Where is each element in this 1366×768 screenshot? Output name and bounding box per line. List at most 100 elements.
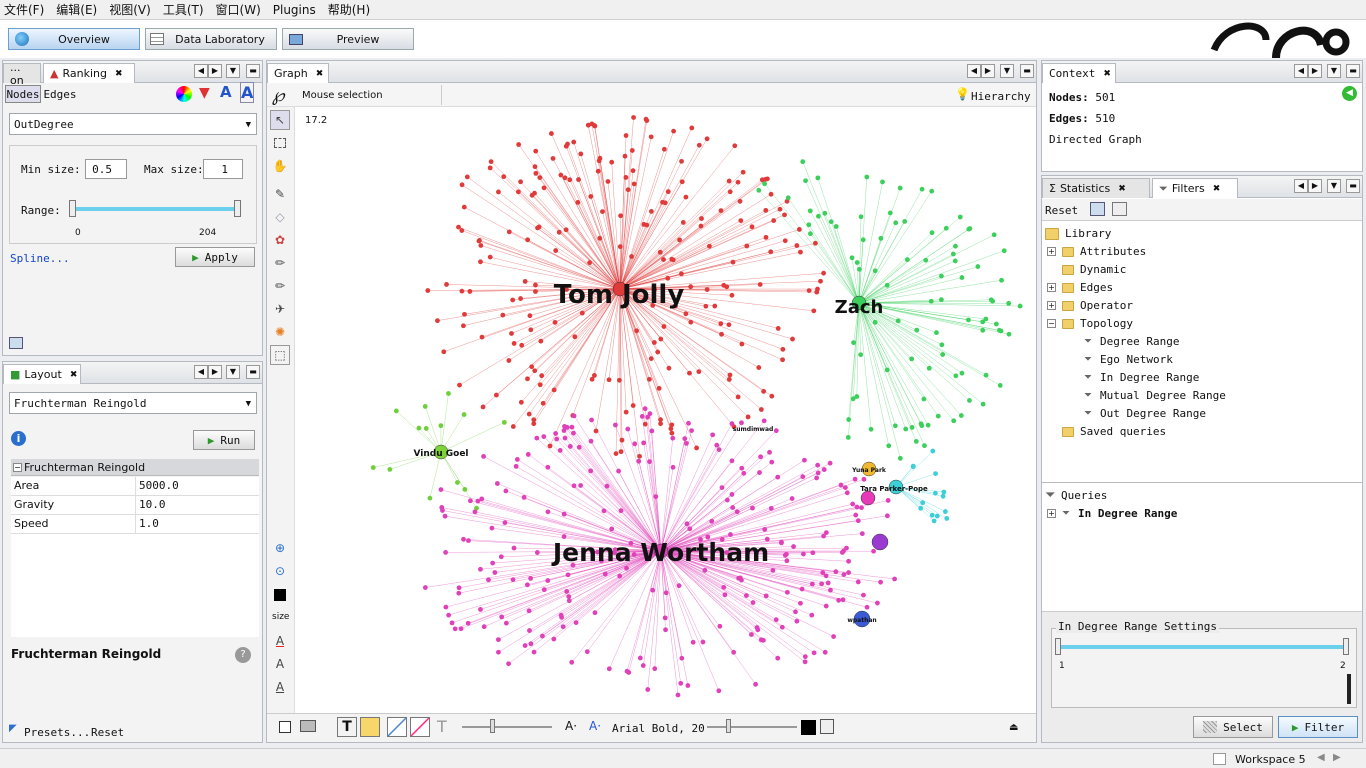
pencil-icon[interactable]: ✏ [270, 253, 290, 273]
run-button[interactable]: ▶ Run [193, 430, 255, 450]
close-icon[interactable]: ✖ [1213, 184, 1221, 194]
range-slider[interactable] [73, 207, 239, 211]
next-tab-icon[interactable]: ▶ [1308, 64, 1322, 78]
prev-tab-icon[interactable]: ◀ [1294, 179, 1308, 193]
label-size-handle[interactable] [726, 719, 731, 733]
prev-tab-icon[interactable]: ◀ [194, 64, 208, 78]
menu-view[interactable]: 视图(V) [109, 1, 151, 18]
tree-attributes[interactable]: + Attributes [1047, 245, 1146, 258]
tab-ranking[interactable]: ▲ Ranking ✖ [43, 63, 135, 83]
prev-tab-icon[interactable]: ◀ [967, 64, 981, 78]
size-diamond-icon[interactable]: ▼ [199, 85, 210, 101]
painter-icon[interactable]: ✎ [270, 184, 290, 204]
edge-color-icon[interactable] [410, 717, 430, 737]
collapse-icon[interactable]: − [13, 462, 22, 472]
label-edges-icon[interactable] [360, 717, 380, 737]
label-font-button[interactable]: Arial Bold, 20 [612, 722, 705, 735]
font-color-tool-icon[interactable]: A [270, 631, 290, 651]
overview-button[interactable]: Overview [8, 28, 140, 50]
expand-panel-icon[interactable]: ⏏ [1009, 722, 1018, 733]
prop-gravity[interactable]: Gravity 10.0 [11, 496, 259, 515]
help-icon[interactable]: ? [235, 647, 251, 663]
next-tab-icon[interactable]: ▶ [208, 365, 222, 379]
menu-edit[interactable]: 编辑(E) [56, 1, 97, 18]
max-size-spinner[interactable]: 1 [203, 159, 243, 179]
tab-partition[interactable]: ... on [3, 61, 41, 87]
collapse-icon[interactable]: − [1047, 319, 1056, 328]
close-icon[interactable]: ✖ [1118, 184, 1126, 194]
tree-dynamic[interactable]: Dynamic [1062, 263, 1126, 276]
minimize-icon[interactable]: ▬ [1346, 179, 1360, 193]
tab-statistics[interactable]: Σ Statistics ✖ [1042, 178, 1150, 198]
sizer-icon[interactable]: ◇ [270, 207, 290, 227]
font-size-icon[interactable]: A· [565, 719, 577, 733]
expand-icon[interactable]: + [1047, 509, 1056, 518]
graph-canvas[interactable]: Tom Jolly Zach Vindu Goel Jenna Wortham sumd… [296, 107, 1036, 713]
zoom-center-icon[interactable]: ⊕ [270, 538, 290, 558]
menu-window[interactable]: 窗口(W) [216, 1, 261, 18]
minimize-icon[interactable]: ▬ [246, 64, 260, 78]
tree-out-degree-range[interactable]: ⏷ Out Degree Range [1084, 407, 1206, 420]
layout-reset-link[interactable]: Reset [91, 726, 124, 739]
close-icon[interactable]: ✖ [115, 69, 123, 79]
close-icon[interactable]: ✖ [70, 370, 78, 380]
edge-scale-handle[interactable] [490, 719, 495, 733]
background-color-icon[interactable] [279, 721, 291, 733]
tree-mutual-degree-range[interactable]: ⏷ Mutual Degree Range [1084, 389, 1226, 402]
label-toggle-icon[interactable]: T [337, 717, 357, 737]
drag-hand-icon[interactable]: ✋ [270, 156, 290, 176]
shortest-path-icon[interactable]: ✈ [270, 299, 290, 319]
minimize-icon[interactable]: ▬ [1346, 64, 1360, 78]
tree-saved-queries[interactable]: Saved queries [1062, 425, 1166, 438]
node-color-swatch[interactable] [270, 585, 290, 605]
select-button[interactable]: Select [1193, 716, 1273, 738]
label-color-icon[interactable]: A [220, 83, 232, 101]
min-size-spinner[interactable]: 0.5 [85, 159, 127, 179]
label-color-swatch[interactable] [801, 720, 816, 735]
prop-speed-value[interactable]: 1.0 [136, 515, 259, 533]
prev-tab-icon[interactable]: ◀ [194, 365, 208, 379]
hierarchy-toggle[interactable]: Hierarchy [971, 90, 1031, 103]
expand-icon[interactable]: + [1047, 247, 1056, 256]
next-tab-icon[interactable]: ▶ [981, 64, 995, 78]
apply-button[interactable]: ▶ Apply [175, 247, 255, 267]
chevron-down-icon[interactable]: ▼ [1000, 64, 1014, 78]
tree-library[interactable]: Library [1045, 227, 1111, 240]
presets-link[interactable]: Presets... [24, 726, 90, 739]
prev-tab-icon[interactable]: ◀ [1294, 64, 1308, 78]
prop-speed[interactable]: Speed 1.0 [11, 515, 259, 534]
range-handle-max[interactable] [234, 200, 241, 217]
screenshot-icon[interactable] [300, 720, 316, 732]
import-icon[interactable] [1112, 202, 1127, 216]
label-size-slider[interactable] [707, 726, 797, 728]
tab-filters[interactable]: ⏷ Filters ✖ [1152, 178, 1238, 198]
next-workspace-icon[interactable]: ▶ [1333, 752, 1341, 763]
edge-pencil-icon[interactable]: ✏ [270, 276, 290, 296]
minimize-icon[interactable]: ▬ [1020, 64, 1034, 78]
font-size-tool-icon[interactable]: A [270, 654, 290, 674]
zoom-reset-icon[interactable]: ⊙ [270, 561, 290, 581]
nodes-tab[interactable]: Nodes [5, 85, 41, 103]
export-icon[interactable] [1090, 202, 1105, 216]
menu-tools[interactable]: 工具(T) [163, 1, 204, 18]
menu-plugins[interactable]: Plugins [273, 3, 316, 17]
prop-area-value[interactable]: 5000.0 [136, 477, 259, 495]
tree-topology[interactable]: − Topology [1047, 317, 1133, 330]
pointer-tool-icon[interactable]: ↖ [270, 110, 290, 130]
expand-icon[interactable]: + [1047, 283, 1056, 292]
color-brush-icon[interactable]: ✿ [270, 230, 290, 250]
edit-node-icon[interactable]: ⬚ [270, 345, 290, 365]
next-tab-icon[interactable]: ▶ [208, 64, 222, 78]
menu-help[interactable]: 帮助(H) [328, 1, 370, 18]
attributes-icon[interactable] [820, 719, 834, 734]
refresh-icon[interactable]: ◀ [1342, 86, 1357, 101]
filters-reset-button[interactable]: Reset [1045, 204, 1078, 217]
result-list-icon[interactable] [9, 337, 23, 349]
edges-toggle-icon[interactable] [387, 717, 407, 737]
label-size-icon[interactable]: A [240, 82, 255, 103]
info-icon[interactable]: i [11, 431, 26, 446]
edges-tab[interactable]: Edges [43, 85, 77, 103]
next-tab-icon[interactable]: ▶ [1308, 179, 1322, 193]
data-laboratory-button[interactable]: Data Laboratory [145, 28, 277, 50]
tab-context[interactable]: Context ✖ [1042, 63, 1116, 83]
